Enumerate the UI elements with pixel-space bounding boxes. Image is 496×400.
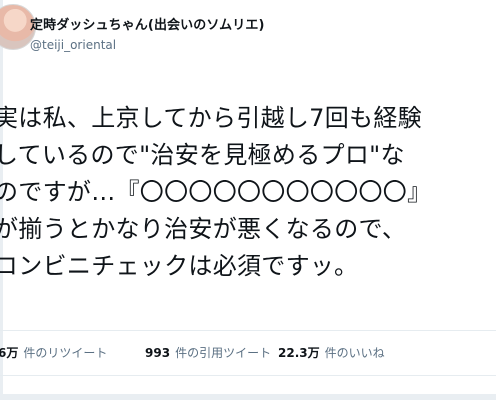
tweet-stats: 6万 件のリツイート 993 件の引用ツイート 22.3万 件のいいね — [0, 344, 496, 364]
tweet-line: が揃うとかなり治安が悪くなるので、 — [0, 215, 407, 243]
stats-divider-top — [0, 330, 496, 331]
stats-divider-bottom — [0, 375, 496, 376]
tweet-line: 実は私、上京してから引越し7回も経験 — [0, 104, 422, 132]
likes-count: 22.3万 — [278, 346, 320, 360]
likes-label: 件のいいね — [324, 346, 385, 360]
quote-tweets-stat[interactable]: 993 件の引用ツイート — [145, 344, 271, 361]
tweet-line: コンビニチェックは必須ですッ。 — [0, 252, 359, 280]
retweets-count: 6万 — [0, 346, 19, 360]
tweet-line: しているので"治安を見極めるプロ"な — [0, 141, 405, 169]
tweet-line: のですが…『〇〇〇〇〇〇〇〇〇〇〇』 — [0, 178, 432, 206]
tweet-text: 実は私、上京してから引越し7回も経験 しているので"治安を見極めるプロ"な ので… — [0, 100, 496, 285]
display-name[interactable]: 定時ダッシュちゃん(出会いのソムリエ) — [30, 14, 265, 33]
likes-stat[interactable]: 22.3万 件のいいね — [278, 344, 385, 361]
user-handle[interactable]: @teiji_oriental — [30, 38, 116, 52]
quote-tweets-label: 件の引用ツイート — [175, 346, 272, 360]
retweets-stat[interactable]: 6万 件のリツイート — [0, 344, 107, 361]
bottom-frame-edge — [0, 394, 496, 400]
quote-tweets-count: 993 — [145, 346, 171, 360]
retweets-label: 件のリツイート — [23, 346, 108, 360]
